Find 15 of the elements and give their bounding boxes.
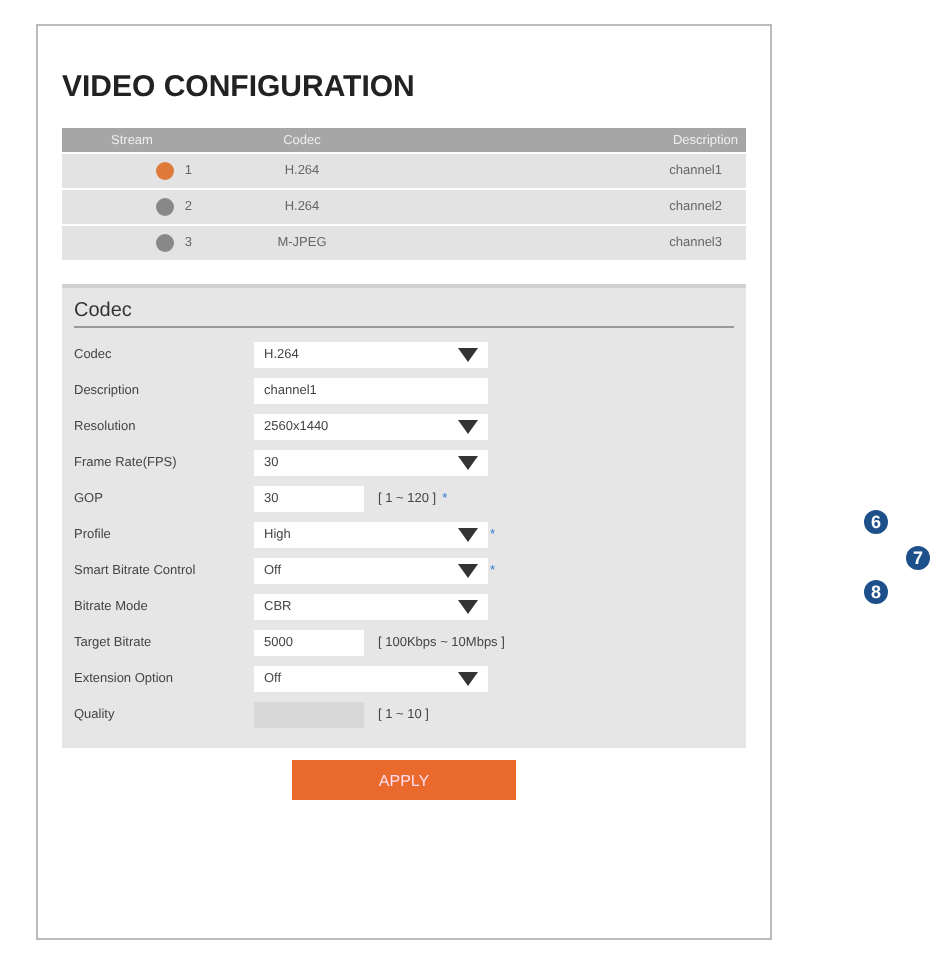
- callout-badge: 7: [906, 546, 930, 570]
- caret-icon: [458, 671, 478, 685]
- callout-badge: 6: [864, 510, 888, 534]
- stream-radio[interactable]: [156, 198, 175, 216]
- callout-badge: 8: [864, 580, 888, 604]
- stream-radio[interactable]: [156, 162, 175, 180]
- caret-icon: [458, 527, 478, 541]
- section-heading: Codec: [74, 300, 734, 328]
- page-title: VIDEO CONFIGURATION: [62, 70, 417, 104]
- caret-icon: [458, 563, 478, 577]
- stream-radio[interactable]: [156, 234, 175, 252]
- caret-icon: [458, 599, 478, 613]
- caret-icon: [458, 419, 478, 433]
- caret-icon: [458, 347, 478, 361]
- caret-icon: [458, 455, 478, 469]
